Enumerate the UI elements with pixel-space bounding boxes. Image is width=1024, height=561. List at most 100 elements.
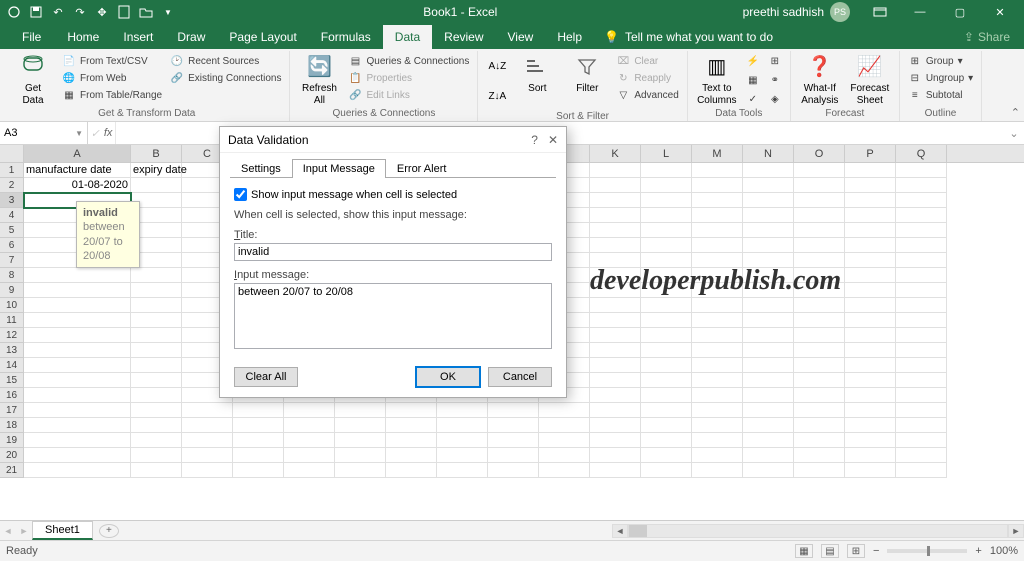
- tab-help[interactable]: Help: [545, 25, 594, 49]
- cell[interactable]: [692, 373, 743, 388]
- get-data-button[interactable]: Get Data: [10, 53, 56, 107]
- cell[interactable]: [641, 403, 692, 418]
- cell[interactable]: [794, 358, 845, 373]
- col-header-L[interactable]: L: [641, 145, 692, 162]
- cell[interactable]: [24, 283, 131, 298]
- row-header-21[interactable]: 21: [0, 463, 24, 478]
- cell[interactable]: [743, 328, 794, 343]
- minimize-icon[interactable]: —: [900, 0, 940, 24]
- forecast-sheet-button[interactable]: 📈 Forecast Sheet: [847, 53, 893, 107]
- cancel-button[interactable]: Cancel: [488, 367, 552, 387]
- cell[interactable]: [437, 448, 488, 463]
- cell[interactable]: [743, 298, 794, 313]
- tab-insert[interactable]: Insert: [111, 25, 165, 49]
- row-header-20[interactable]: 20: [0, 448, 24, 463]
- cell[interactable]: [896, 193, 947, 208]
- cell[interactable]: [794, 418, 845, 433]
- row-header-3[interactable]: 3: [0, 193, 24, 208]
- cell[interactable]: [743, 163, 794, 178]
- new-icon[interactable]: [114, 2, 134, 22]
- cell[interactable]: [845, 373, 896, 388]
- cell[interactable]: [539, 403, 590, 418]
- tab-file[interactable]: File: [8, 25, 55, 49]
- cell[interactable]: [641, 358, 692, 373]
- cell[interactable]: [692, 298, 743, 313]
- cell[interactable]: [386, 433, 437, 448]
- cell[interactable]: [794, 463, 845, 478]
- cell[interactable]: [590, 388, 641, 403]
- page-layout-view-icon[interactable]: ▤: [821, 544, 839, 558]
- col-header-M[interactable]: M: [692, 145, 743, 162]
- cell[interactable]: [24, 448, 131, 463]
- cell[interactable]: [896, 298, 947, 313]
- cell[interactable]: [845, 448, 896, 463]
- row-header-8[interactable]: 8: [0, 268, 24, 283]
- cell[interactable]: [743, 208, 794, 223]
- cell[interactable]: [743, 358, 794, 373]
- cell[interactable]: [590, 463, 641, 478]
- horizontal-scrollbar[interactable]: ◄ ►: [612, 524, 1024, 538]
- cell[interactable]: [845, 433, 896, 448]
- cell[interactable]: [845, 388, 896, 403]
- cell[interactable]: [896, 313, 947, 328]
- dialog-tab-error-alert[interactable]: Error Alert: [386, 159, 458, 178]
- queries-connections-button[interactable]: ▤Queries & Connections: [346, 53, 471, 69]
- zoom-level[interactable]: 100%: [990, 545, 1018, 557]
- subtotal-button[interactable]: ≡Subtotal: [906, 87, 975, 103]
- dialog-close-icon[interactable]: ✕: [548, 133, 558, 147]
- cell[interactable]: [692, 418, 743, 433]
- row-header-15[interactable]: 15: [0, 373, 24, 388]
- undo-icon[interactable]: ↶: [48, 2, 68, 22]
- cell[interactable]: [24, 343, 131, 358]
- cell[interactable]: [131, 418, 182, 433]
- cell[interactable]: [896, 343, 947, 358]
- cell[interactable]: [539, 448, 590, 463]
- cell[interactable]: [590, 238, 641, 253]
- cell[interactable]: [131, 448, 182, 463]
- cell[interactable]: [24, 358, 131, 373]
- cell[interactable]: [233, 463, 284, 478]
- cell[interactable]: [845, 463, 896, 478]
- input-message-textarea[interactable]: between 20/07 to 20/08: [234, 283, 552, 349]
- cell[interactable]: [335, 403, 386, 418]
- cell[interactable]: [692, 238, 743, 253]
- row-header-2[interactable]: 2: [0, 178, 24, 193]
- cell[interactable]: [896, 253, 947, 268]
- cell[interactable]: [845, 298, 896, 313]
- normal-view-icon[interactable]: ▦: [795, 544, 813, 558]
- cell[interactable]: [896, 268, 947, 283]
- cell[interactable]: [24, 403, 131, 418]
- zoom-slider[interactable]: [887, 549, 967, 553]
- cell[interactable]: [24, 418, 131, 433]
- cell[interactable]: [182, 418, 233, 433]
- cell[interactable]: [233, 433, 284, 448]
- clear-all-button[interactable]: Clear All: [234, 367, 298, 387]
- cell[interactable]: [284, 463, 335, 478]
- cell[interactable]: [386, 463, 437, 478]
- cell[interactable]: [131, 403, 182, 418]
- row-header-17[interactable]: 17: [0, 403, 24, 418]
- ok-button[interactable]: OK: [416, 367, 480, 387]
- cell[interactable]: [743, 403, 794, 418]
- tab-page-layout[interactable]: Page Layout: [217, 25, 308, 49]
- title-input[interactable]: [234, 243, 552, 261]
- cell[interactable]: [488, 418, 539, 433]
- cell[interactable]: [641, 328, 692, 343]
- cell[interactable]: [590, 328, 641, 343]
- cell[interactable]: [845, 163, 896, 178]
- dialog-help-icon[interactable]: ?: [531, 133, 538, 147]
- cell[interactable]: [896, 238, 947, 253]
- row-header-9[interactable]: 9: [0, 283, 24, 298]
- cell[interactable]: [743, 448, 794, 463]
- col-header-P[interactable]: P: [845, 145, 896, 162]
- cell[interactable]: [845, 193, 896, 208]
- refresh-all-button[interactable]: 🔄 Refresh All: [296, 53, 342, 107]
- cell[interactable]: [845, 283, 896, 298]
- cell[interactable]: [131, 268, 182, 283]
- cell[interactable]: [641, 373, 692, 388]
- cell[interactable]: [131, 298, 182, 313]
- sheet-nav-prev-icon[interactable]: ◄: [0, 526, 16, 536]
- row-header-7[interactable]: 7: [0, 253, 24, 268]
- cell[interactable]: [284, 418, 335, 433]
- cell[interactable]: [386, 448, 437, 463]
